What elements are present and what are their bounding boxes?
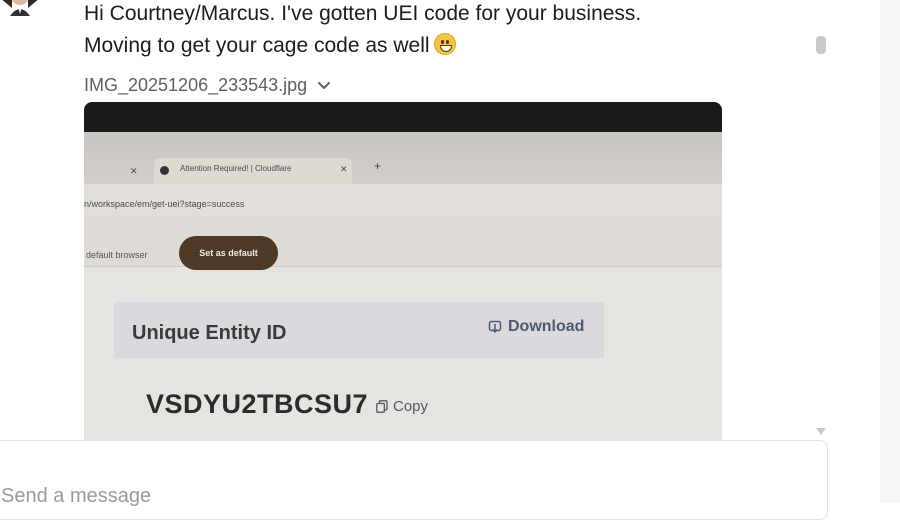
attachment-image[interactable]: ✕ Attention Required! | Cloudflare ✕ + n… [84,102,722,442]
photo-globe-icon [160,166,169,175]
scroll-down-arrow-icon[interactable] [816,428,826,435]
photo-uei-label: Unique Entity ID [132,322,287,344]
photo-url-text: n/workspace/em/get-uei?stage=success [84,199,245,209]
download-icon [488,320,502,334]
message-input[interactable] [1,485,701,508]
photo-copy-label: Copy [393,398,429,415]
grinning-face-emoji-icon [433,33,456,55]
message-pane: Hi Courtney/Marcus. I've gotten UEI code… [0,0,880,520]
message-text-line-1: Hi Courtney/Marcus. I've gotten UEI code… [84,2,642,25]
photo-dark-bezel [84,102,722,132]
right-gutter [880,0,900,503]
photo-download-link: Download [488,318,584,336]
photo-tab-title: Attention Required! | Cloudflare [180,164,292,173]
photo-download-label: Download [508,318,585,335]
photo-uei-value: VSDYU2TBCSU7 [146,389,369,419]
message-composer[interactable] [0,440,828,520]
photo-set-default-button: Set as default [179,236,278,270]
scrollbar-thumb[interactable] [816,36,826,54]
user-avatar[interactable] [0,0,46,16]
photo-tab-close-icon: ✕ [340,164,348,174]
attachment-file-name[interactable]: IMG_20251206_233543.jpg [84,75,307,96]
photo-close-icon: ✕ [130,166,138,176]
photo-new-tab-icon: + [374,159,382,173]
photo-copy-link: Copy [376,398,428,415]
message-text: Moving to get your cage code as well [84,34,430,57]
photo-banner-text: default browser [86,250,148,260]
copy-icon [376,400,388,413]
attachment-header[interactable]: IMG_20251206_233543.jpg [84,75,331,96]
message-text-line-2: Moving to get your cage code as well [84,33,456,58]
chevron-down-icon[interactable] [317,79,331,93]
